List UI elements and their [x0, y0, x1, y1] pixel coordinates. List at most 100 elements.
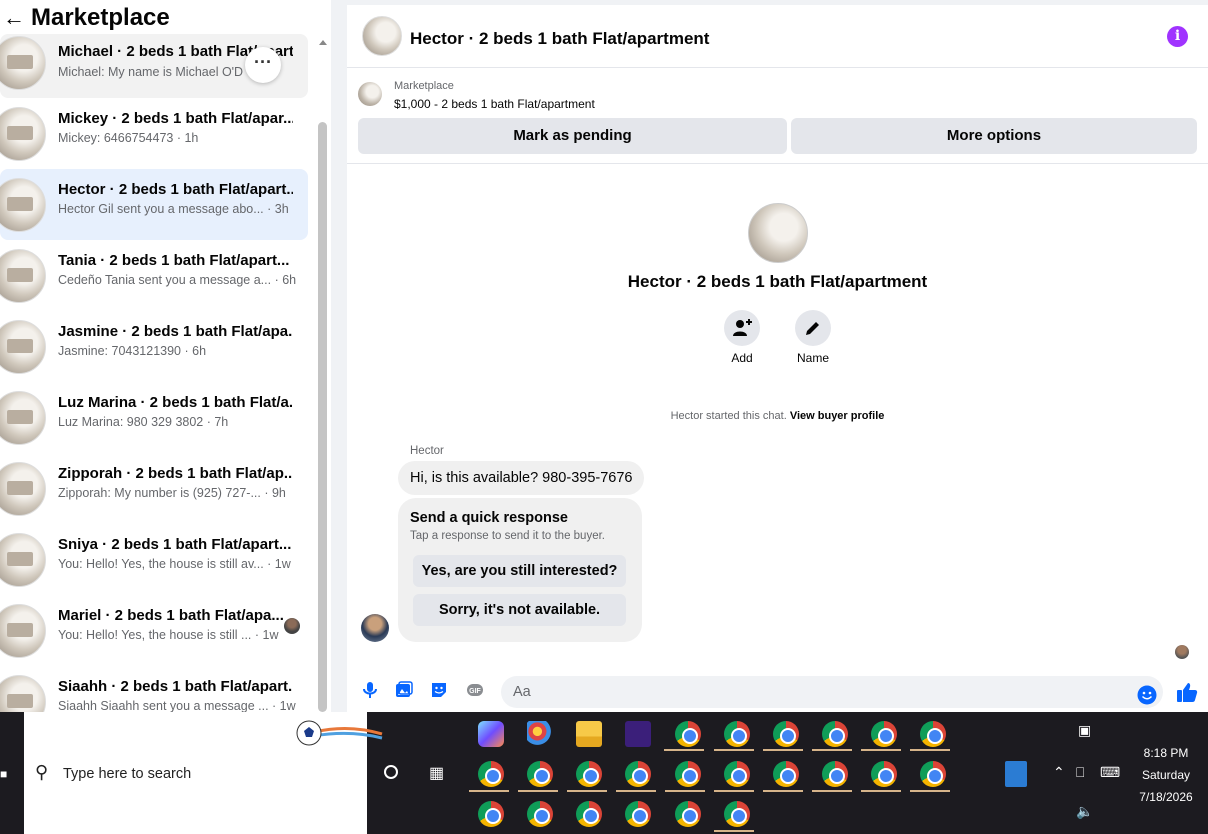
listing-price[interactable]: $1,000 - 2 beds 1 bath Flat/apartment — [394, 97, 595, 111]
chrome-icon[interactable] — [822, 761, 848, 787]
conversation-name: Tania · 2 beds 1 bath Flat/apart... — [58, 252, 290, 269]
list-item[interactable]: Jasmine · 2 beds 1 bath Flat/apa... Jasm… — [0, 311, 308, 382]
cortana-icon[interactable] — [384, 765, 398, 779]
chevron-up-icon[interactable]: ⌃ — [1053, 764, 1065, 781]
gif-icon[interactable]: GIF — [466, 681, 484, 699]
chrome-icon[interactable] — [724, 721, 750, 747]
search-input[interactable]: Type here to search — [63, 766, 191, 782]
keyboard-icon[interactable]: ⌨ — [1100, 764, 1120, 781]
clock-date: 7/18/2026 — [1139, 790, 1193, 804]
mark-pending-button[interactable]: Mark as pending — [358, 118, 787, 154]
list-item[interactable]: Mickey · 2 beds 1 bath Flat/apar... Mick… — [0, 98, 308, 169]
sidebar-scrollbar[interactable] — [316, 36, 330, 712]
chrome-icon[interactable] — [773, 721, 799, 747]
document-icon[interactable] — [1005, 761, 1027, 787]
image-icon[interactable] — [395, 681, 413, 699]
chrome-icon[interactable] — [527, 801, 553, 827]
copilot-icon[interactable] — [478, 721, 504, 747]
list-item[interactable]: Sniya · 2 beds 1 bath Flat/apart... You:… — [0, 524, 308, 595]
message-bubble[interactable]: Hi, is this available? 980-395-7676 — [398, 461, 645, 495]
name-button[interactable] — [795, 310, 831, 346]
list-item[interactable]: Hector · 2 beds 1 bath Flat/apart... Hec… — [0, 169, 308, 240]
more-options-button[interactable]: More options — [791, 118, 1197, 154]
quick-reply-no-button[interactable]: Sorry, it's not available. — [413, 594, 626, 626]
chrome-icon[interactable] — [576, 801, 602, 827]
more-options-button[interactable]: ··· — [245, 47, 281, 83]
scrollbar-thumb[interactable] — [318, 122, 327, 712]
chat-title[interactable]: Hector · 2 beds 1 bath Flat/apartment — [410, 29, 709, 49]
chrome-icon[interactable] — [724, 801, 750, 827]
chrome-icon[interactable] — [871, 761, 897, 787]
chrome-icon[interactable] — [675, 761, 701, 787]
chrome-icon[interactable] — [822, 721, 848, 747]
list-item[interactable]: Mariel · 2 beds 1 bath Flat/apa... You: … — [0, 595, 308, 666]
started-text: Hector started this chat. — [670, 410, 787, 422]
message-input[interactable] — [501, 676, 1163, 708]
list-item[interactable]: Zipporah · 2 beds 1 bath Flat/ap... Zipp… — [0, 453, 308, 524]
paint-icon[interactable] — [527, 721, 553, 747]
running-indicator — [518, 790, 558, 792]
chat-header: Hector · 2 beds 1 bath Flat/apartment i — [347, 5, 1208, 68]
windows-taskbar: ■ ⚲ Type here to search ▦ ▣ ⌃ ⎕ ⌨ 🔈 8:18… — [0, 712, 1208, 834]
network-icon[interactable]: ⎕ — [1076, 764, 1084, 781]
view-buyer-profile-link[interactable]: View buyer profile — [790, 410, 885, 422]
chrome-icon[interactable] — [576, 761, 602, 787]
chrome-icon[interactable] — [920, 721, 946, 747]
arrow-left-icon[interactable]: ← — [0, 5, 28, 31]
chrome-icon[interactable] — [675, 721, 701, 747]
conversation-preview: Zipporah: My number is (925) 727-... · 9… — [58, 486, 286, 500]
running-indicator — [616, 790, 656, 792]
running-indicator — [861, 790, 901, 792]
conversation-preview: Cedeño Tania sent you a message a... · 6… — [58, 273, 297, 287]
chrome-icon[interactable] — [625, 761, 651, 787]
chrome-icon[interactable] — [773, 761, 799, 787]
onenote-icon[interactable] — [625, 721, 651, 747]
list-item[interactable]: Michael · 2 beds 1 bath Flat/apartment M… — [0, 34, 308, 98]
conversation-name: Mickey · 2 beds 1 bath Flat/apar... — [58, 110, 293, 127]
emoji-icon[interactable] — [1137, 685, 1157, 705]
chrome-icon[interactable] — [724, 761, 750, 787]
info-icon[interactable]: i — [1167, 26, 1188, 47]
conversation-list: Michael · 2 beds 1 bath Flat/apartment M… — [0, 34, 312, 712]
task-view-icon[interactable]: ▦ — [429, 763, 444, 783]
listing-thumbnail — [0, 391, 46, 445]
chrome-icon[interactable] — [625, 801, 651, 827]
listing-thumbnail — [0, 533, 46, 587]
scroll-up-icon[interactable] — [319, 40, 327, 45]
list-item[interactable]: Tania · 2 beds 1 bath Flat/apart... Cede… — [0, 240, 308, 311]
add-person-icon — [733, 319, 752, 336]
volume-icon[interactable]: 🔈 — [1076, 803, 1093, 820]
message-thread: Hector · 2 beds 1 bath Flat/apartment Ad… — [347, 165, 1208, 665]
microphone-icon[interactable] — [361, 681, 379, 699]
taskbar-search[interactable]: ⚲ Type here to search — [24, 712, 383, 834]
chrome-icon[interactable] — [478, 761, 504, 787]
running-indicator — [567, 790, 607, 792]
sticker-icon[interactable] — [430, 681, 448, 699]
listing-thumbnail — [0, 675, 46, 712]
chrome-icon[interactable] — [920, 761, 946, 787]
quick-reply-yes-button[interactable]: Yes, are you still interested? — [413, 555, 626, 587]
list-item[interactable]: Siaahh · 2 beds 1 bath Flat/apart... Sia… — [0, 666, 308, 712]
search-icon: ⚲ — [35, 762, 49, 782]
conversation-name: Sniya · 2 beds 1 bath Flat/apart... — [58, 536, 292, 553]
windows-start-icon[interactable]: ■ — [0, 767, 8, 781]
chrome-icon[interactable] — [527, 761, 553, 787]
running-indicator — [665, 790, 705, 792]
clock[interactable]: 8:18 PM Saturday 7/18/2026 — [1133, 742, 1199, 808]
chrome-icon[interactable] — [675, 801, 701, 827]
running-indicator — [714, 749, 754, 751]
file-explorer-icon[interactable] — [576, 721, 602, 747]
sender-avatar[interactable] — [361, 614, 389, 642]
running-indicator — [812, 790, 852, 792]
list-item[interactable]: Luz Marina · 2 beds 1 bath Flat/a... Luz… — [0, 382, 308, 453]
listing-thumbnail[interactable] — [358, 82, 382, 106]
meet-now-icon[interactable]: ▣ — [1078, 722, 1091, 739]
seen-avatar — [1175, 645, 1189, 659]
listing-avatar[interactable] — [362, 16, 402, 56]
chrome-icon[interactable] — [478, 801, 504, 827]
conversation-preview: Michael: My name is Michael O'D 1h — [58, 65, 262, 79]
running-indicator — [812, 749, 852, 751]
add-person-button[interactable] — [724, 310, 760, 346]
chrome-icon[interactable] — [871, 721, 897, 747]
thumbs-up-icon[interactable] — [1176, 681, 1198, 703]
